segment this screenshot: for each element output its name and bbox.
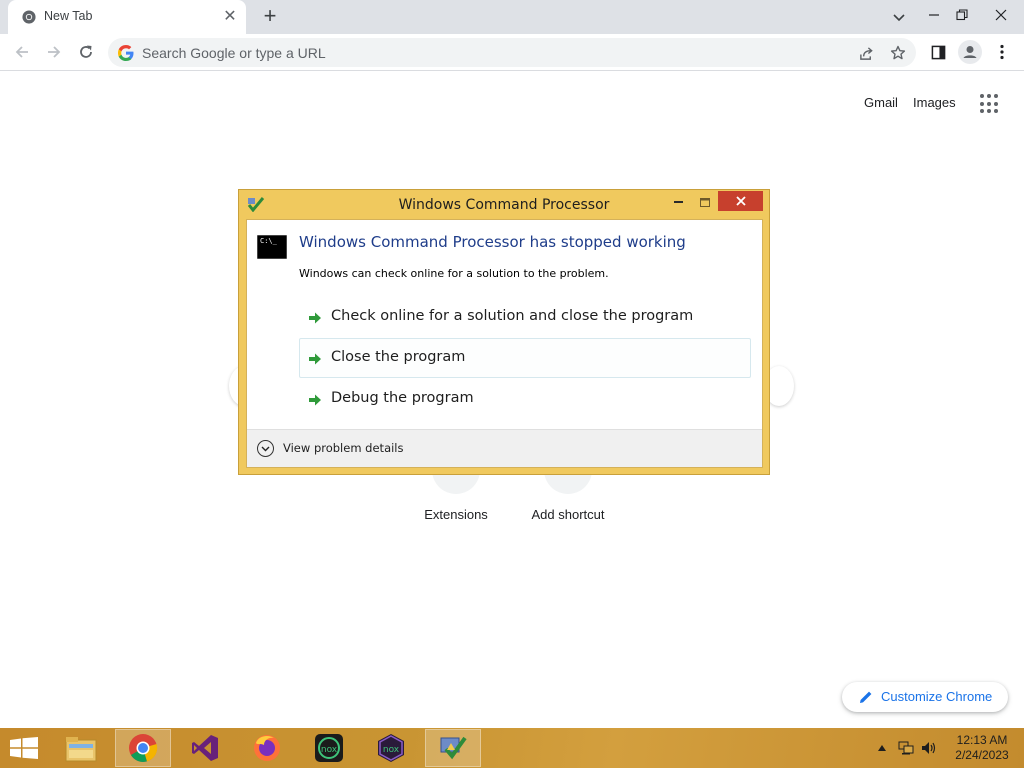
show-hidden-icons-icon[interactable] (874, 740, 890, 756)
firefox-icon[interactable] (239, 729, 295, 767)
new-tab-button[interactable]: + (258, 5, 282, 29)
green-arrow-icon (309, 353, 321, 365)
chrome-favicon (22, 10, 36, 24)
google-g-icon (118, 45, 134, 61)
restore-icon[interactable] (946, 0, 978, 30)
tab-title: New Tab (44, 9, 93, 23)
error-reporting-icon[interactable] (425, 729, 481, 767)
address-bar[interactable]: Search Google or type a URL (108, 38, 916, 67)
option-label: Check online for a solution and close th… (331, 308, 694, 324)
clock-date: 2/24/2023 (955, 748, 1009, 762)
tab-new-tab[interactable]: New Tab ✕ (8, 0, 246, 34)
dialog-minimize-icon[interactable] (667, 192, 691, 212)
nox-multi-icon[interactable]: nox (363, 729, 419, 767)
dialog-footer: View problem details (247, 429, 762, 467)
back-arrow-icon[interactable] (8, 38, 36, 66)
clock-time: 12:13 AM (956, 733, 1008, 747)
windows-start-icon[interactable] (0, 729, 48, 767)
omnibox-placeholder[interactable]: Search Google or type a URL (142, 45, 326, 61)
tab-strip: New Tab ✕ + (0, 0, 1024, 34)
network-icon[interactable] (898, 740, 914, 756)
reload-icon[interactable] (72, 38, 100, 66)
forward-arrow-icon[interactable] (40, 38, 68, 66)
avatar (958, 40, 982, 64)
dialog-subtext: Windows can check online for a solution … (299, 267, 609, 280)
option-debug-program[interactable]: Debug the program (299, 379, 751, 419)
file-explorer-icon[interactable] (53, 729, 109, 767)
dialog-body: C:\_ Windows Command Processor has stopp… (246, 219, 763, 468)
option-label: Debug the program (331, 390, 474, 406)
customize-chrome-button[interactable]: Customize Chrome (842, 682, 1008, 712)
dialog-titlebar[interactable]: Windows Command Processor (239, 190, 769, 218)
dialog-maximize-icon[interactable] (693, 192, 717, 212)
profile-icon[interactable] (956, 38, 984, 66)
command-prompt-icon: C:\_ (257, 235, 287, 259)
images-link[interactable]: Images (913, 95, 956, 110)
view-problem-details-link[interactable]: View problem details (283, 441, 404, 455)
error-dialog: Windows Command Processor C:\_ Windows C… (238, 189, 770, 475)
tab-search-icon[interactable] (883, 3, 915, 33)
windows-taskbar: nox nox 12:13 AM 2/24/2023 (0, 728, 1024, 768)
volume-icon[interactable] (921, 740, 937, 756)
visual-studio-icon[interactable] (177, 729, 233, 767)
nox-icon[interactable]: nox (301, 729, 357, 767)
pencil-icon (860, 691, 872, 703)
kebab-menu-icon[interactable] (988, 38, 1016, 66)
dialog-heading: Windows Command Processor has stopped wo… (299, 233, 686, 251)
side-panel-icon[interactable] (924, 38, 952, 66)
customize-chrome-label: Customize Chrome (881, 689, 993, 704)
system-clock[interactable]: 12:13 AM 2/24/2023 (952, 733, 1012, 763)
window-close-icon[interactable] (978, 0, 1024, 30)
bookmark-star-icon[interactable] (887, 42, 909, 64)
svg-text:nox: nox (383, 745, 400, 755)
option-check-online[interactable]: Check online for a solution and close th… (299, 297, 751, 337)
svg-text:nox: nox (321, 745, 338, 755)
google-apps-icon[interactable] (980, 94, 1000, 114)
command-prompt-icon-text: C:\_ (260, 237, 277, 245)
green-arrow-icon (309, 312, 321, 324)
shortcut-label-add[interactable]: Add shortcut (522, 507, 614, 522)
option-close-program[interactable]: Close the program (299, 338, 751, 378)
gmail-link[interactable]: Gmail (864, 95, 898, 110)
green-arrow-icon (309, 394, 321, 406)
shortcut-label-extensions[interactable]: Extensions (416, 507, 496, 522)
chrome-icon[interactable] (115, 729, 171, 767)
tab-close-button[interactable]: ✕ (220, 7, 240, 27)
browser-toolbar: Search Google or type a URL (0, 34, 1024, 71)
dialog-close-icon[interactable] (718, 191, 763, 211)
share-icon[interactable] (855, 42, 877, 64)
option-label: Close the program (331, 349, 466, 365)
chevron-down-icon[interactable] (257, 440, 274, 457)
